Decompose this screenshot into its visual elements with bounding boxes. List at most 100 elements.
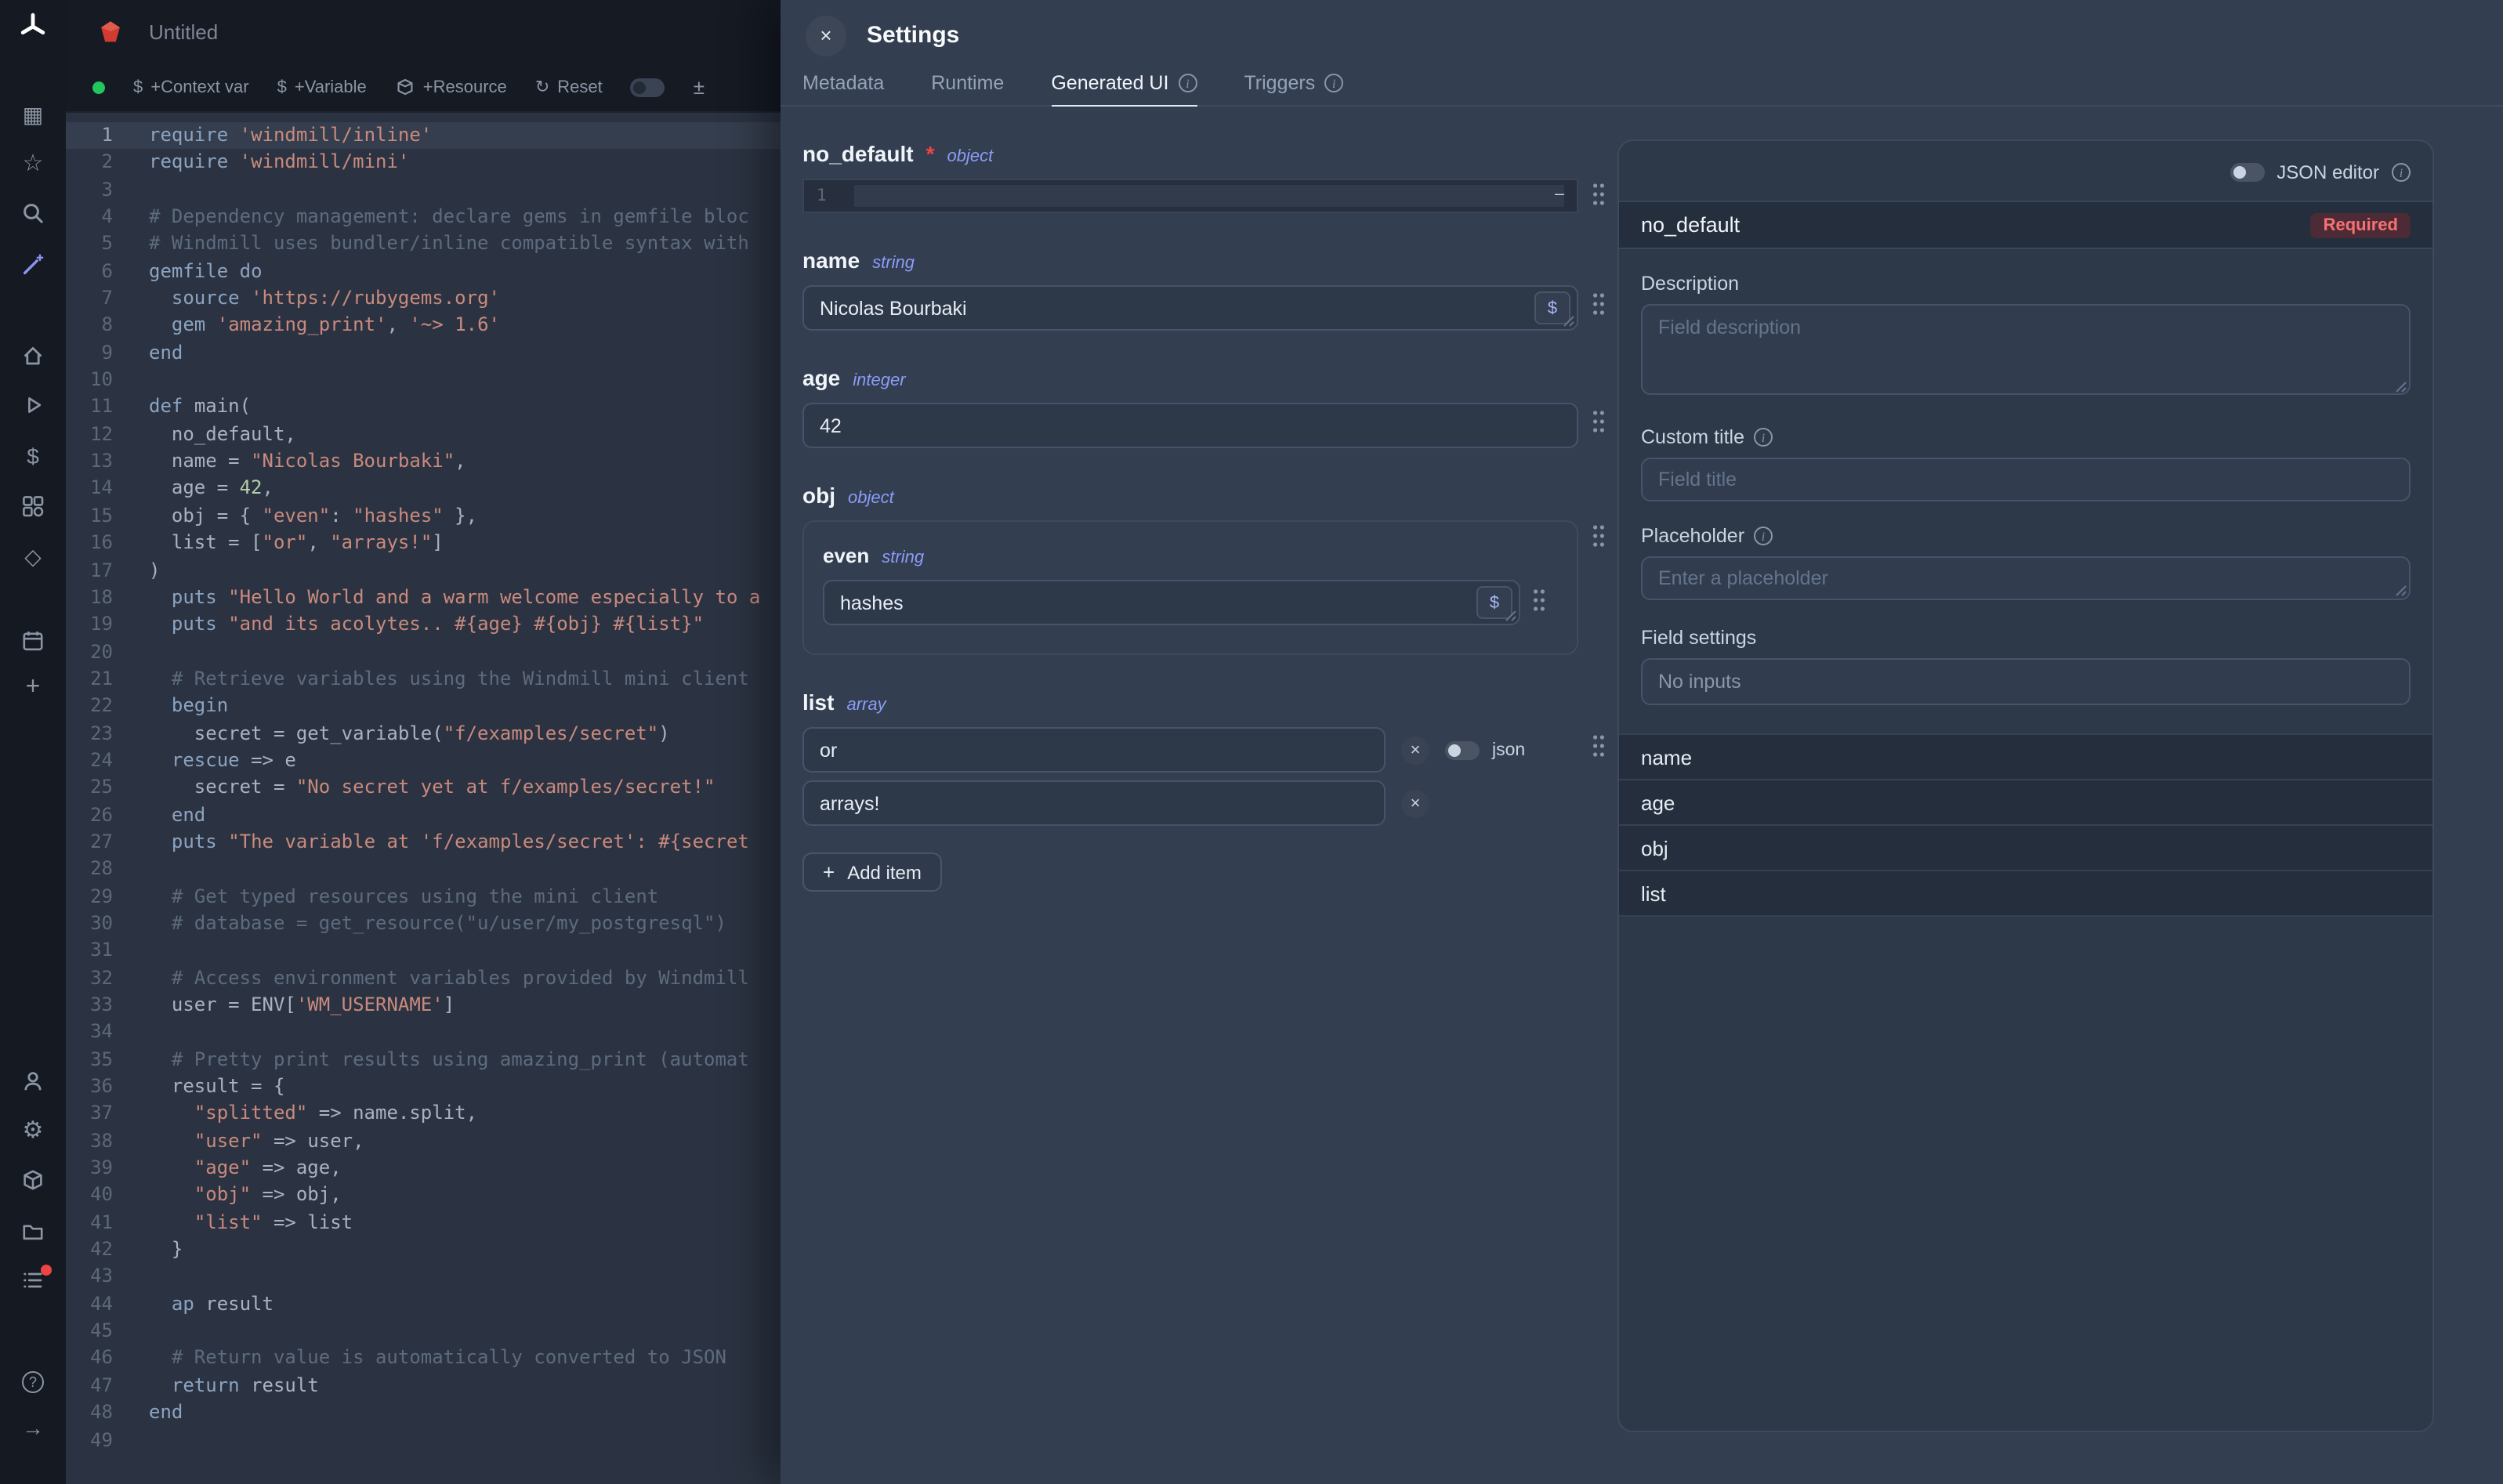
field-settings-label: Field settings [1641,627,2411,649]
field-obj: obj object even string [802,483,1617,655]
folders-icon[interactable] [0,1218,66,1246]
reset-icon: ↻ [535,77,549,97]
drag-handle[interactable] [1578,690,1617,892]
home-icon[interactable] [0,342,66,370]
drawer-title: Settings [867,22,959,49]
resize-grip[interactable] [2395,381,2407,393]
plus-icon: + [823,862,835,882]
drag-handle[interactable] [1578,141,1617,213]
script-title[interactable]: Untitled [149,20,218,43]
ruby-language-icon [97,18,124,45]
list-item-input[interactable] [802,727,1386,773]
sidebar: ▦ ☆ $ ◇ + ⚙ [0,0,66,1484]
tab-generated-ui[interactable]: Generated UIi [1051,72,1197,107]
field-name: name string $ [802,248,1617,331]
add-item-button[interactable]: + Add item [802,852,942,892]
apps-grid-icon[interactable]: ▦ [0,100,66,128]
tab-runtime[interactable]: Runtime [931,72,1004,105]
package-icon [395,77,415,97]
diff-toggle[interactable] [631,78,665,96]
field-inspector-panel: JSON editor i no_default Required Descri… [1617,139,2434,1432]
required-marker: * [926,141,935,166]
no-default-json-input[interactable]: 1 — [802,179,1578,213]
windmill-logo-icon[interactable] [0,13,66,41]
schedules-calendar-icon[interactable] [0,627,66,655]
magic-wand-icon[interactable] [0,251,66,279]
user-account-icon[interactable] [0,1067,66,1095]
field-name: list [802,690,834,715]
drawer-header: × Settings [781,0,2503,71]
drag-handle[interactable] [1520,544,1558,625]
field-name: age [802,365,840,390]
resize-grip[interactable] [2395,585,2407,597]
placeholder-input[interactable] [1641,556,2411,600]
info-icon[interactable]: i [1754,527,1773,545]
json-mode-toggle[interactable] [1445,740,1480,759]
windmill-app: ▦ ☆ $ ◇ + ⚙ [0,0,2503,1484]
help-question-icon[interactable]: ? [0,1368,66,1396]
description-label: Description [1641,273,2411,295]
audit-logs-icon[interactable] [0,1266,66,1294]
field-name: no_default [802,141,914,166]
collapse-icon[interactable]: — [1555,182,1564,210]
info-icon[interactable]: i [2392,163,2411,182]
settings-gear-icon[interactable]: ⚙ [0,1116,66,1144]
add-plus-icon[interactable]: + [0,674,66,702]
editor-line-number: 1 [804,186,839,205]
json-editor-toggle[interactable] [2230,163,2264,182]
custom-title-label: Custom titlei [1641,426,2411,448]
resources-icon[interactable] [0,492,66,520]
placeholder-label: Placeholderi [1641,525,2411,547]
list-item-input[interactable] [802,780,1386,826]
field-row-name[interactable]: name [1619,735,2432,780]
resize-grip[interactable] [1505,610,1517,622]
required-badge: Required [2311,212,2411,237]
selected-field-row[interactable]: no_default Required [1619,201,2432,249]
search-icon[interactable] [0,199,66,227]
generated-form-preview: no_default * object 1 — [781,107,1617,1484]
even-input[interactable] [823,580,1520,625]
resize-grip[interactable] [1563,315,1575,328]
field-type: array [846,696,886,715]
field-type: string [872,254,915,273]
favorites-star-icon[interactable]: ☆ [0,149,66,177]
dollar-icon: $ [133,78,143,96]
add-variable-button[interactable]: $+Variable [277,78,367,96]
workers-cube-icon[interactable] [0,1166,66,1194]
age-input[interactable] [802,403,1578,448]
drag-handle[interactable] [1578,248,1617,331]
collapse-sidebar-arrow-icon[interactable]: → [0,1413,66,1442]
field-no-default: no_default * object 1 — [802,141,1617,213]
tab-triggers[interactable]: Triggersi [1244,72,1343,105]
settings-drawer: × Settings Metadata Runtime Generated UI… [781,0,2503,1484]
close-button[interactable]: × [806,15,846,56]
add-context-var-button[interactable]: $+Context var [133,78,249,96]
variables-dollar-icon[interactable]: $ [0,442,66,470]
description-textarea[interactable] [1641,304,2411,395]
field-name: even [823,544,869,567]
plus-minus-icon: ± [694,75,705,99]
remove-item-button[interactable]: × [1401,789,1429,817]
tab-metadata[interactable]: Metadata [802,72,884,105]
info-icon[interactable]: i [1178,74,1197,92]
remove-item-button[interactable]: × [1401,736,1429,764]
field-age: age integer [802,365,1617,448]
field-list: list array × json [802,690,1617,892]
custom-title-input[interactable] [1641,458,2411,501]
field-row-obj[interactable]: obj [1619,826,2432,871]
name-input[interactable] [802,285,1578,331]
field-type: object [848,489,894,508]
field-type: object [947,147,993,166]
add-resource-button[interactable]: +Resource [395,77,507,97]
settings-tabs: Metadata Runtime Generated UIi Triggersi [781,71,2503,107]
field-row-list[interactable]: list [1619,871,2432,917]
info-icon[interactable]: i [1324,74,1343,92]
reset-button[interactable]: ↻Reset [535,77,603,97]
info-icon[interactable]: i [1754,428,1773,447]
assets-diamond-icon[interactable]: ◇ [0,542,66,570]
drag-handle[interactable] [1578,365,1617,448]
field-type: string [882,548,924,567]
drag-handle[interactable] [1578,483,1617,655]
field-row-age[interactable]: age [1619,780,2432,826]
runs-play-icon[interactable] [0,390,66,418]
